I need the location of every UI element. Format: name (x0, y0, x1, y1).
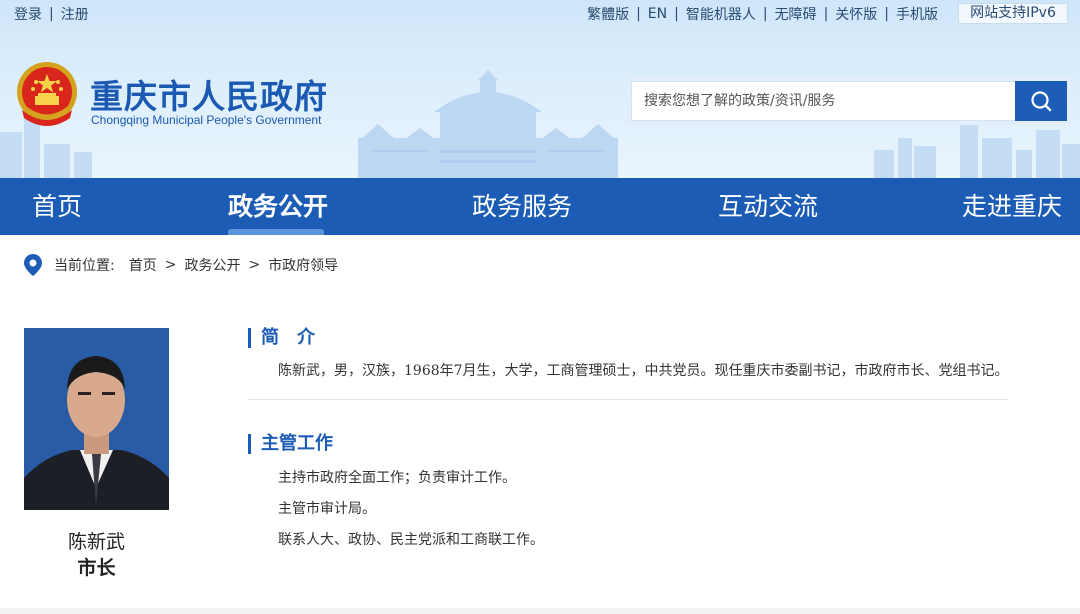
duty-item: 主管市审计局。 (278, 501, 376, 517)
national-emblem-icon (17, 62, 77, 126)
separator: | (823, 6, 829, 22)
site-header: 登录 | 注册 繁體版 | EN | 智能机器人 | 无障碍 | 关怀版 | 手… (0, 0, 1080, 178)
leader-photo (24, 328, 169, 510)
nav-item-home[interactable]: 首页 (32, 178, 82, 235)
separator: | (636, 6, 641, 22)
location-pin-icon (24, 254, 42, 276)
breadcrumb-separator: > (164, 257, 177, 273)
separator: | (49, 6, 54, 22)
breadcrumb-city-leaders[interactable]: 市政府领导 (268, 255, 338, 275)
main-nav: 首页 政务公开 政务服务 互动交流 走进重庆 (0, 178, 1080, 235)
account-links: 登录 | 注册 (14, 4, 89, 24)
intro-text: 陈新武，男，汉族，1968年7月生，大学，工商管理硕士，中共党员。现任重庆市委副… (278, 363, 1009, 379)
portrait-image (24, 328, 169, 510)
search-icon (1031, 91, 1052, 112)
separator: | (884, 6, 889, 22)
nav-item-interaction[interactable]: 互动交流 (718, 178, 818, 235)
duty-item: 主持市政府全面工作；负责审计工作。 (278, 470, 516, 486)
section-divider (248, 399, 1008, 400)
ipv6-badge: 网站支持IPv6 (958, 3, 1068, 24)
breadcrumb-home[interactable]: 首页 (129, 255, 157, 275)
duties-heading: 主管工作 (248, 434, 333, 454)
robot-link[interactable]: 智能机器人 (686, 4, 756, 24)
care-mode-link[interactable]: 关怀版 (835, 4, 877, 24)
login-link[interactable]: 登录 (14, 4, 42, 24)
leader-position: 市长 (77, 557, 116, 579)
breadcrumb-government-affairs[interactable]: 政务公开 (184, 255, 240, 275)
breadcrumb-label: 当前位置: (54, 258, 115, 274)
english-link[interactable]: EN (648, 6, 667, 22)
breadcrumb-separator: > (248, 257, 261, 273)
search-button[interactable] (1015, 81, 1067, 121)
footer-edge (0, 608, 1080, 614)
traditional-chinese-link[interactable]: 繁體版 (587, 4, 629, 24)
mobile-link[interactable]: 手机版 (896, 4, 938, 24)
accessibility-link[interactable]: 无障碍 (775, 4, 817, 24)
intro-heading: 简 介 (248, 328, 315, 348)
active-nav-indicator (228, 229, 324, 235)
separator: | (674, 6, 679, 22)
separator: | (762, 6, 768, 22)
search-input[interactable] (632, 82, 1018, 120)
nav-item-services[interactable]: 政务服务 (472, 178, 572, 235)
search-field-wrapper (631, 81, 1019, 121)
search-box (627, 77, 1071, 125)
register-link[interactable]: 注册 (61, 4, 89, 24)
duty-item: 联系人大、政协、民主党派和工商联工作。 (278, 532, 544, 548)
site-subtitle: Chongqing Municipal People's Government (91, 113, 322, 127)
utility-links: 繁體版 | EN | 智能机器人 | 无障碍 | 关怀版 | 手机版 (587, 4, 938, 24)
nav-item-about-chongqing[interactable]: 走进重庆 (962, 178, 1062, 235)
site-title[interactable]: 重庆市人民政府 (90, 70, 328, 118)
nav-item-government-affairs[interactable]: 政务公开 (228, 178, 328, 235)
breadcrumb: 当前位置: 首页 > 政务公开 > 市政府领导 (24, 253, 338, 277)
leader-name: 陈新武 (67, 531, 125, 553)
